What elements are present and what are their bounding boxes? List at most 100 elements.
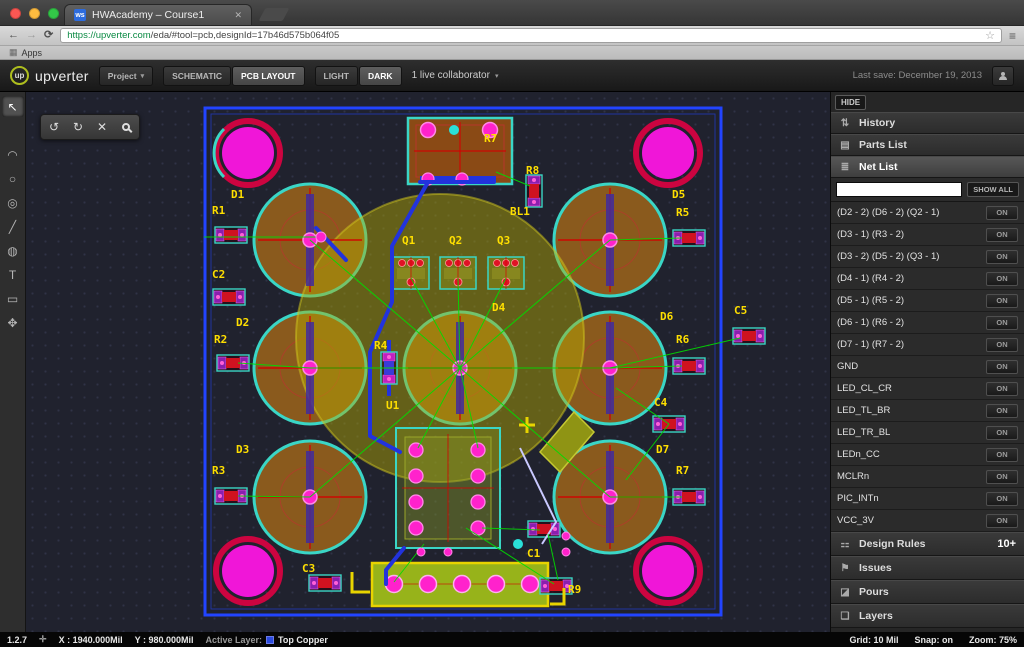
net-search-input[interactable] [836, 182, 962, 197]
pcb-layout-button[interactable]: PCB LAYOUT [232, 66, 304, 86]
net-toggle-button[interactable]: ON [986, 272, 1018, 286]
sidebar-section-parts-list[interactable]: ▤Parts List [831, 134, 1024, 156]
footprint-C3[interactable] [309, 575, 341, 591]
ref-label[interactable]: Q2 [449, 234, 462, 247]
arc-tool[interactable]: ◠ [2, 144, 24, 165]
zoom-icon[interactable] [115, 117, 137, 137]
bookmark-star-icon[interactable]: ☆ [985, 29, 995, 42]
net-row[interactable]: LED_TR_BLON [831, 422, 1024, 444]
ref-label[interactable]: D6 [660, 310, 674, 323]
net-toggle-button[interactable]: ON [986, 404, 1018, 418]
pad-tool[interactable]: ▭ [2, 288, 24, 309]
sidebar-section-issues[interactable]: ⚑Issues [831, 556, 1024, 580]
ref-label[interactable]: R2 [214, 333, 227, 346]
via-pad[interactable] [562, 532, 570, 540]
collaborators-menu[interactable]: 1 live collaborator ▾ [412, 70, 499, 81]
ref-label[interactable]: D7 [656, 443, 669, 456]
net-row[interactable]: (D5 - 1) (R5 - 2)ON [831, 290, 1024, 312]
text-tool[interactable]: T [2, 264, 24, 285]
ref-label[interactable]: BL1 [510, 205, 530, 218]
light-theme-button[interactable]: LIGHT [315, 66, 359, 86]
ref-label[interactable]: U1 [386, 399, 400, 412]
net-toggle-button[interactable]: ON [986, 294, 1018, 308]
grid-setting[interactable]: Grid: 10 Mil [849, 635, 898, 645]
ref-label[interactable]: R3 [212, 464, 225, 477]
window-zoom-button[interactable] [48, 8, 59, 19]
sidebar-section-history[interactable]: ⇅History [831, 112, 1024, 134]
circle-tool[interactable]: ○ [2, 168, 24, 189]
net-toggle-button[interactable]: ON [986, 514, 1018, 528]
mounting-hole[interactable] [636, 121, 700, 185]
trace-tool[interactable]: ╱ [2, 216, 24, 237]
apps-grid-icon[interactable]: ▦ [9, 47, 18, 58]
via-pad[interactable] [444, 548, 452, 556]
net-row[interactable]: VCC_3VON [831, 510, 1024, 532]
ref-label[interactable]: R5 [676, 206, 689, 219]
via-pad[interactable] [562, 548, 570, 556]
net-row[interactable]: LEDn_CCON [831, 444, 1024, 466]
net-row[interactable]: PIC_INTnON [831, 488, 1024, 510]
ref-label[interactable]: D5 [672, 188, 685, 201]
schematic-button[interactable]: SCHEMATIC [163, 66, 231, 86]
snap-setting[interactable]: Snap: on [914, 635, 953, 645]
upverter-logo[interactable]: up upverter [10, 66, 89, 85]
sidebar-section-net-list[interactable]: ≣Net List [831, 156, 1024, 178]
ref-label[interactable]: C1 [527, 547, 541, 560]
ref-label[interactable]: R4 [374, 339, 388, 352]
net-toggle-button[interactable]: ON [986, 338, 1018, 352]
ref-label[interactable]: D2 [236, 316, 249, 329]
via-pad[interactable] [316, 232, 326, 242]
sidebar-section-design-rules[interactable]: ⚏Design Rules10+ [831, 532, 1024, 556]
rotate-ccw-icon[interactable]: ↺ [43, 117, 65, 137]
net-row[interactable]: LED_TL_BRON [831, 400, 1024, 422]
net-row[interactable]: MCLRnON [831, 466, 1024, 488]
ref-label[interactable]: R1 [212, 204, 226, 217]
footprint-bottom-header[interactable] [372, 563, 548, 606]
net-toggle-button[interactable]: ON [986, 470, 1018, 484]
pcb-canvas[interactable]: D1R1D5R5C2Q1Q2Q3BL1R7R8D2D6C5R2R6R4D4C4U… [26, 92, 830, 632]
tab-close-icon[interactable]: ✕ [234, 10, 242, 21]
footprint-C5[interactable] [733, 328, 765, 344]
ref-label[interactable]: R8 [526, 164, 539, 177]
window-close-button[interactable] [10, 8, 21, 19]
project-menu-button[interactable]: Project ▾ [99, 66, 153, 86]
net-toggle-button[interactable]: ON [986, 360, 1018, 374]
ref-label[interactable]: Q3 [497, 234, 510, 247]
net-toggle-button[interactable]: ON [986, 250, 1018, 264]
zoom-setting[interactable]: Zoom: 75% [969, 635, 1017, 645]
net-row[interactable]: (D6 - 1) (R6 - 2)ON [831, 312, 1024, 334]
footprint-R8[interactable] [526, 175, 542, 207]
ring-tool[interactable]: ◎ [2, 192, 24, 213]
account-button[interactable] [992, 66, 1014, 86]
footprint-C2[interactable] [213, 289, 245, 305]
via-pad[interactable] [417, 548, 425, 556]
footprint-Q1[interactable] [393, 257, 429, 289]
net-row[interactable]: (D4 - 1) (R4 - 2)ON [831, 268, 1024, 290]
ref-label[interactable]: C4 [654, 396, 668, 409]
browser-tab[interactable]: ws HWAcademy – Course1 ✕ [64, 4, 252, 25]
dark-theme-button[interactable]: DARK [359, 66, 402, 86]
ref-label[interactable]: Q1 [402, 234, 416, 247]
ref-label[interactable]: C3 [302, 562, 315, 575]
ref-label[interactable]: R7 [484, 132, 497, 145]
delete-icon[interactable]: ✕ [91, 117, 113, 137]
mounting-hole[interactable] [216, 539, 280, 603]
footprint-top-module[interactable] [408, 118, 512, 185]
show-all-button[interactable]: SHOW ALL [967, 182, 1019, 197]
net-row[interactable]: LED_CL_CRON [831, 378, 1024, 400]
back-icon[interactable]: ← [8, 30, 19, 41]
ref-label[interactable]: D1 [231, 188, 245, 201]
net-toggle-button[interactable]: ON [986, 492, 1018, 506]
select-move-tool[interactable]: ↖ [2, 96, 24, 117]
ref-label[interactable]: R7 [676, 464, 689, 477]
ref-label[interactable]: R6 [676, 333, 690, 346]
net-row[interactable]: (D2 - 2) (D6 - 2) (Q2 - 1)ON [831, 202, 1024, 224]
ref-label[interactable]: R9 [568, 583, 581, 596]
net-row[interactable]: (D3 - 1) (R3 - 2)ON [831, 224, 1024, 246]
ref-label[interactable]: C5 [734, 304, 747, 317]
hide-sidebar-button[interactable]: HIDE [835, 95, 866, 110]
sidebar-section-layers[interactable]: ❏Layers [831, 604, 1024, 628]
ref-label[interactable]: C2 [212, 268, 225, 281]
net-row[interactable]: (D3 - 2) (D5 - 2) (Q3 - 1)ON [831, 246, 1024, 268]
browser-menu-icon[interactable]: ≡ [1009, 29, 1016, 43]
